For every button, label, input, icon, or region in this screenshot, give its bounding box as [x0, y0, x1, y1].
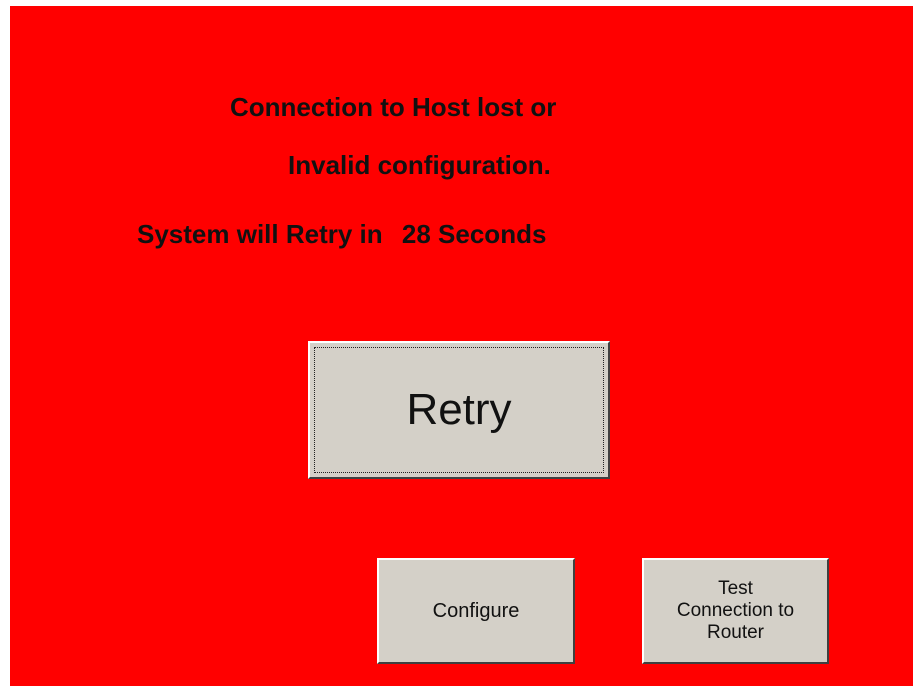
test-connection-button-label: Test Connection to Router	[677, 578, 794, 644]
retry-button-label: Retry	[406, 385, 512, 434]
retry-countdown-suffix: Seconds	[438, 219, 547, 249]
retry-countdown-seconds: 28	[401, 219, 431, 249]
error-message-line-2: Invalid configuration.	[288, 150, 551, 180]
retry-countdown-message: System will Retry in 28 Seconds	[137, 219, 546, 249]
retry-button[interactable]: Retry	[308, 341, 610, 479]
test-connection-label-line-1: Test	[718, 578, 753, 599]
retry-countdown-prefix: System will Retry in	[137, 219, 383, 249]
test-connection-label-line-2: Connection to	[676, 600, 795, 621]
configure-button-label: Configure	[432, 599, 520, 622]
error-message-line-1: Connection to Host lost or	[230, 92, 557, 122]
configure-button[interactable]: Configure	[377, 558, 575, 664]
test-connection-label-line-3: Router	[706, 622, 765, 643]
error-screen: Connection to Host lost or Invalid confi…	[10, 6, 913, 686]
test-connection-to-router-button[interactable]: Test Connection to Router	[642, 558, 829, 664]
